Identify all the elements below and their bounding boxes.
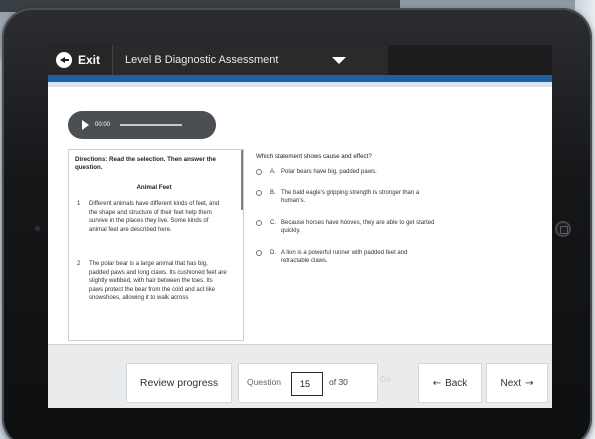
camera-icon xyxy=(35,226,40,231)
question-prompt: Which statement shows cause and effect? xyxy=(256,153,372,160)
go-button[interactable]: Go xyxy=(380,375,391,384)
next-button[interactable]: Next → xyxy=(486,363,548,403)
answer-choice-c[interactable]: C. Because horses have hooves, they are … xyxy=(256,220,436,235)
choice-text: Because horses have hooves, they are abl… xyxy=(281,220,435,234)
radio-button[interactable] xyxy=(256,250,262,256)
radio-button[interactable] xyxy=(256,169,262,175)
tablet-screen: Exit Level B Diagnostic Assessment 00:00… xyxy=(48,45,552,408)
arrow-left-icon: ← xyxy=(432,377,442,389)
question-number-input[interactable] xyxy=(291,372,323,396)
answer-choice-d[interactable]: D. A lion is a powerful runner with padd… xyxy=(256,250,436,265)
audio-time: 00:00 xyxy=(95,122,111,128)
chevron-down-icon[interactable] xyxy=(332,57,346,64)
choice-text: A lion is a powerful runner with padded … xyxy=(281,250,408,264)
question-content: 00:00 Directions: Read the selection. Th… xyxy=(48,87,552,344)
question-total: of 30 xyxy=(329,377,348,387)
choice-letter: D. xyxy=(270,250,276,256)
choice-text: The bald eagle's gripping strength is st… xyxy=(281,190,420,204)
back-button[interactable]: ← Back xyxy=(418,363,482,403)
question-label: Question xyxy=(247,377,282,387)
question-jump: Question of 30 xyxy=(238,363,378,403)
exit-label: Exit xyxy=(78,53,101,67)
top-bar: Exit Level B Diagnostic Assessment xyxy=(48,45,552,75)
accent-bar xyxy=(48,75,552,82)
arrow-right-icon: → xyxy=(525,377,534,389)
passage-paragraph: 2 The polar bear is a large animal that … xyxy=(77,260,227,303)
back-label: Back xyxy=(445,377,468,389)
answer-choice-b[interactable]: B. The bald eagle's gripping strength is… xyxy=(256,190,436,205)
paragraph-number: 1 xyxy=(77,201,81,207)
choice-letter: C. xyxy=(270,220,276,226)
paragraph-number: 2 xyxy=(77,261,81,267)
answer-choice-a[interactable]: A. Polar bears have big, padded paws. xyxy=(256,169,436,177)
passage-paragraph: 1 Different animals have different kinds… xyxy=(77,200,227,234)
choice-text: Polar bears have big, padded paws. xyxy=(281,169,377,175)
bottom-navigation: Review progress Question of 30 Go ← Back… xyxy=(48,344,552,408)
reading-passage: Directions: Read the selection. Then ans… xyxy=(68,149,244,341)
radio-button[interactable] xyxy=(256,220,262,226)
audio-progress-track[interactable] xyxy=(120,124,183,126)
passage-scrollbar[interactable] xyxy=(241,150,243,210)
next-label: Next xyxy=(500,377,522,389)
choice-letter: A. xyxy=(270,169,276,175)
passage-divider xyxy=(243,210,244,340)
passage-title: Animal Feet xyxy=(136,184,172,191)
home-button[interactable] xyxy=(555,221,571,237)
audio-player[interactable]: 00:00 xyxy=(68,111,216,139)
paragraph-text: The polar bear is a large animal that ha… xyxy=(89,261,227,302)
passage-directions: Directions: Read the selection. Then ans… xyxy=(75,156,216,171)
exit-button[interactable]: Exit xyxy=(48,45,112,75)
back-arrow-circle-icon xyxy=(56,52,72,68)
play-icon[interactable] xyxy=(82,120,89,130)
assessment-title-dropdown[interactable]: Level B Diagnostic Assessment xyxy=(112,45,388,75)
paragraph-text: Different animals have different kinds o… xyxy=(89,201,220,233)
review-progress-button[interactable]: Review progress xyxy=(126,363,232,403)
assessment-title: Level B Diagnostic Assessment xyxy=(125,54,279,66)
radio-button[interactable] xyxy=(256,190,262,196)
choice-letter: B. xyxy=(270,190,276,196)
